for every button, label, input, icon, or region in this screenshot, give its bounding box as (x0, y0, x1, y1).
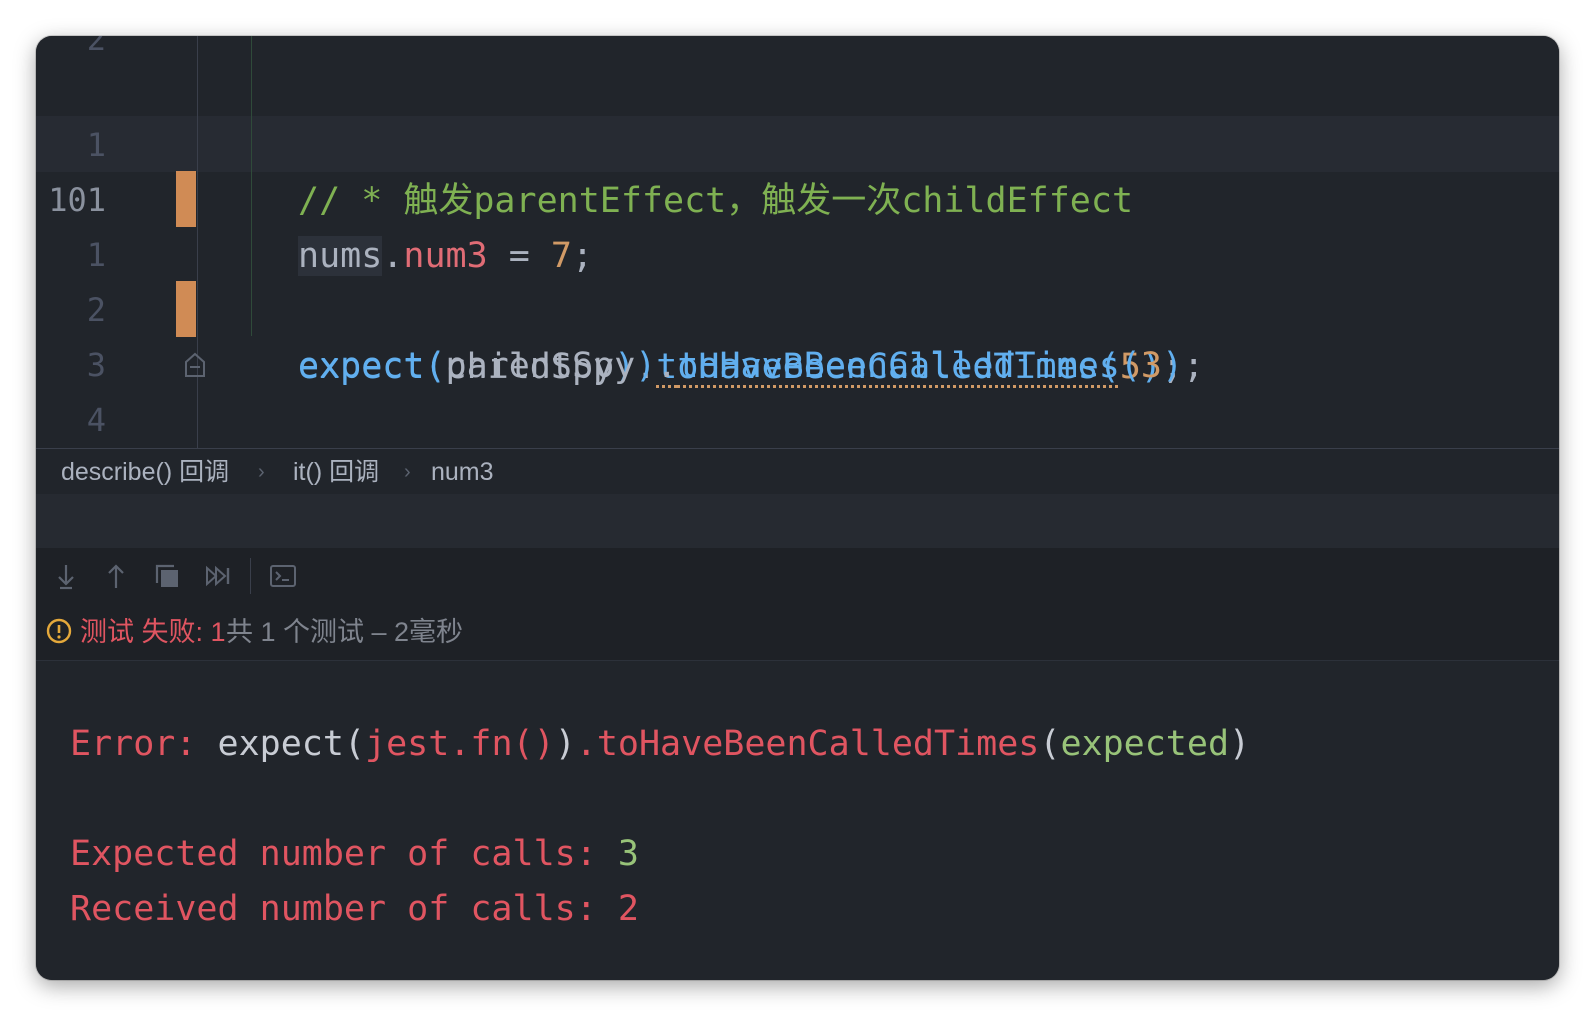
expected-calls-value: 3 (617, 834, 639, 874)
code-line[interactable]: 2 expect(parentSpy).toHaveBeenCalledTime… (36, 226, 1559, 386)
warning-icon (46, 618, 72, 644)
received-calls-value: 2 (617, 889, 639, 929)
breadcrumb-item-it[interactable]: it() 回调 (293, 449, 379, 495)
code-line-active[interactable]: 101 nums.num3 = 7; (36, 116, 1559, 276)
breadcrumb-item-num3[interactable]: num3 (431, 449, 494, 495)
expect-text: expect( (217, 724, 366, 764)
test-count-label: 共 1 个测试 – 2毫秒 (226, 617, 464, 647)
test-failed-label: 测试 失败: 1 (80, 617, 226, 647)
test-toolbar (36, 548, 1559, 605)
code-line[interactable]: 1 expect(childSpy).toHaveBeenCalledTimes… (36, 171, 1559, 387)
console-expected-line: Expected number of calls: 3 (70, 827, 639, 882)
expected-word: expected (1060, 724, 1230, 764)
test-console-output[interactable]: Error: expect(jest.fn()).toHaveBeenCalle… (36, 661, 1559, 980)
skip-to-end-icon[interactable] (204, 562, 232, 590)
ide-window: 2 1 // * 触发parentEffect，触发一次childEffect … (36, 36, 1559, 980)
breadcrumb-item-describe[interactable]: describe() 回调 (61, 449, 229, 495)
fold-icon[interactable] (184, 352, 206, 378)
scroll-up-icon[interactable] (102, 562, 130, 590)
received-calls-label: Received number of calls: (70, 889, 618, 929)
console-error-line: Error: expect(jest.fn()).toHaveBeenCalle… (70, 717, 1250, 772)
console-received-line: Received number of calls: 2 (70, 882, 639, 937)
code-line[interactable]: 5 (36, 391, 1559, 447)
code-editor[interactable]: 2 1 // * 触发parentEffect，触发一次childEffect … (36, 36, 1559, 456)
code-line[interactable]: 4 }); (36, 336, 1559, 439)
terminal-icon[interactable] (269, 562, 297, 590)
code-line[interactable]: 3 expect(dummy).toEqual({ num1: 4, num2:… (36, 281, 1559, 384)
scroll-down-icon[interactable] (52, 562, 80, 590)
jest-fn-text: jest.fn() (365, 724, 555, 764)
method-text: .toHaveBeenCalledTimes (575, 724, 1040, 764)
expected-calls-label: Expected number of calls: (70, 834, 618, 874)
copy-icon[interactable] (153, 562, 181, 590)
code-line[interactable]: 1 // * 触发parentEffect，触发一次childEffect (36, 61, 1559, 221)
chevron-right-icon: › (258, 461, 265, 483)
chevron-right-icon: › (404, 461, 411, 483)
paren: ) (1229, 724, 1251, 764)
error-label: Error: (70, 724, 218, 764)
git-change-marker[interactable] (176, 281, 196, 337)
line-number-partial: 2 (86, 36, 106, 58)
breadcrumb: describe() 回调 › it() 回调 › num3 (36, 448, 1559, 495)
git-change-marker[interactable] (176, 171, 196, 227)
paren: ) (554, 724, 576, 764)
toolbar-divider (250, 558, 251, 594)
test-status-bar: 测试 失败: 1 共 1 个测试 – 2毫秒 (36, 604, 1559, 661)
panel-splitter[interactable] (36, 494, 1559, 548)
paren: ( (1039, 724, 1061, 764)
